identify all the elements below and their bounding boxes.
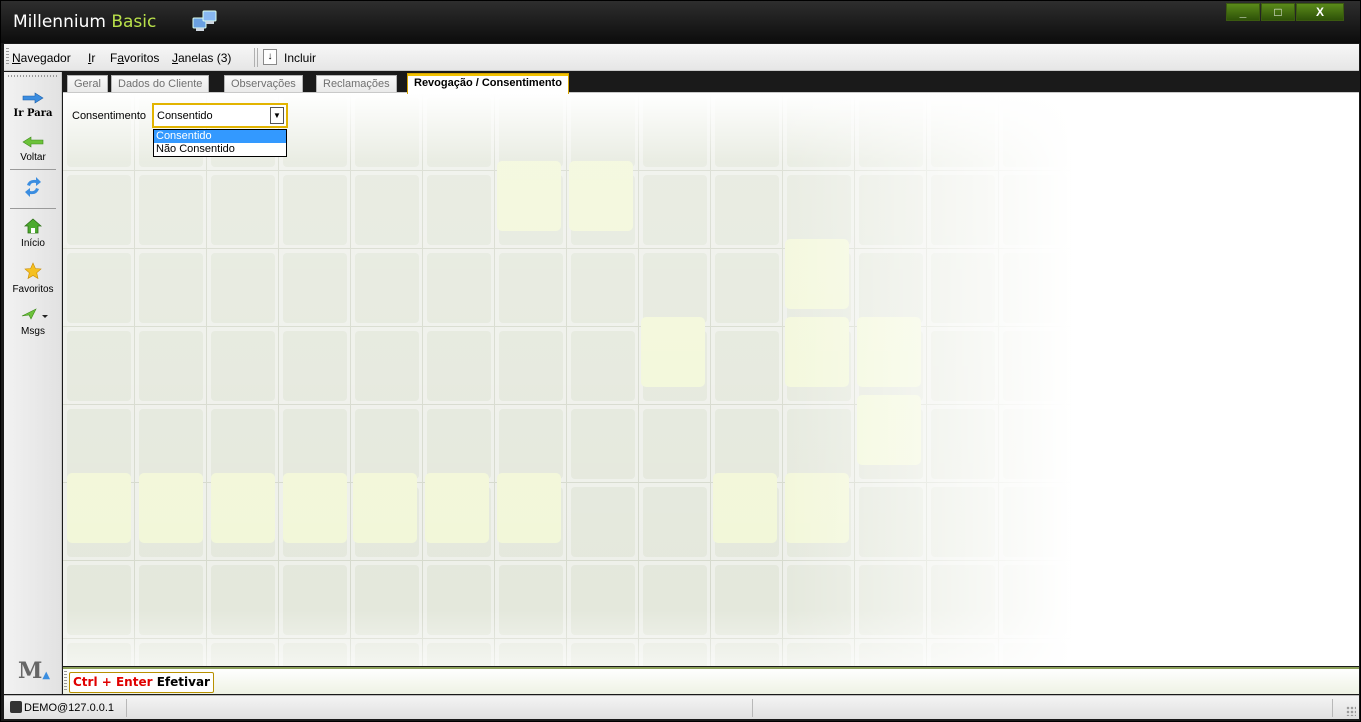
menubar-grip[interactable] bbox=[6, 48, 9, 66]
user-icon bbox=[10, 701, 22, 713]
resize-grip[interactable] bbox=[1346, 706, 1356, 716]
inicio-button[interactable]: Início bbox=[4, 218, 62, 249]
arrow-right-icon bbox=[22, 92, 44, 104]
menu-ir[interactable]: Ir bbox=[88, 51, 95, 65]
status-bar: DEMO@127.0.0.1 bbox=[4, 695, 1359, 719]
menu-favoritos[interactable]: Favoritos bbox=[110, 51, 159, 65]
actionbar-grip bbox=[64, 671, 67, 691]
sidebar-separator bbox=[10, 169, 56, 170]
close-button[interactable]: X bbox=[1296, 3, 1344, 21]
favoritos-label: Favoritos bbox=[12, 284, 54, 295]
favoritos-button[interactable]: Favoritos bbox=[4, 262, 62, 295]
msgs-button[interactable]: Msgs bbox=[4, 306, 62, 337]
dropdown-arrow-icon[interactable]: ▼ bbox=[270, 107, 284, 124]
menu-separator bbox=[254, 48, 255, 67]
star-icon bbox=[24, 262, 42, 280]
efetivar-shortcut: Ctrl + Enter bbox=[73, 675, 153, 689]
refresh-button[interactable] bbox=[4, 176, 62, 201]
arrow-left-icon bbox=[22, 136, 44, 148]
title-bar[interactable]: Millennium Basic _ □ X bbox=[1, 1, 1360, 43]
consentimento-select-value: Consentido bbox=[157, 110, 213, 122]
consentimento-label: Consentimento bbox=[72, 110, 146, 122]
msgs-label: Msgs bbox=[21, 326, 45, 337]
option-nao-consentido[interactable]: Não Consentido bbox=[154, 143, 286, 156]
consentimento-dropdown-list: Consentido Não Consentido bbox=[153, 129, 287, 157]
home-icon bbox=[23, 218, 43, 234]
option-consentido[interactable]: Consentido bbox=[154, 130, 286, 143]
millennium-logo: M▲ bbox=[18, 658, 51, 684]
send-message-icon bbox=[21, 308, 48, 320]
status-user: DEMO@127.0.0.1 bbox=[10, 701, 114, 714]
inicio-label: Início bbox=[21, 238, 45, 249]
network-computers-icon bbox=[192, 10, 217, 31]
sidebar-separator bbox=[10, 208, 56, 209]
ir-para-label: Ir Para bbox=[13, 108, 53, 119]
efetivar-label: Efetivar bbox=[156, 675, 210, 689]
menu-bar: Navegador Ir Favoritos Janelas (3) ↓ Inc… bbox=[4, 44, 1359, 71]
app-window: Millennium Basic _ □ X Navegador Ir Favo… bbox=[0, 0, 1361, 722]
status-divider bbox=[126, 699, 127, 717]
tab-revogacao-consentimento[interactable]: Revogação / Consentimento bbox=[407, 73, 569, 94]
consentimento-select[interactable]: Consentido ▼ bbox=[152, 103, 288, 128]
menu-separator bbox=[257, 48, 258, 67]
sidebar-grip bbox=[8, 75, 58, 77]
app-title: Millennium Basic bbox=[13, 12, 156, 32]
refresh-icon bbox=[25, 177, 41, 197]
window-controls: _ □ X bbox=[1225, 3, 1344, 21]
action-bar: Ctrl + Enter Efetivar bbox=[63, 667, 1359, 694]
menu-janelas[interactable]: Janelas (3) bbox=[172, 51, 231, 65]
menu-navegador[interactable]: Navegador bbox=[12, 51, 71, 65]
tab-content-panel: Consentimento Consentido ▼ Consentido Nã… bbox=[63, 92, 1359, 666]
status-user-text: DEMO@127.0.0.1 bbox=[24, 702, 115, 714]
voltar-button[interactable]: Voltar bbox=[4, 136, 62, 163]
minimize-button[interactable]: _ bbox=[1226, 3, 1260, 21]
app-title-main: Millennium bbox=[13, 12, 106, 32]
status-divider bbox=[752, 699, 753, 717]
menu-incluir[interactable]: Incluir bbox=[284, 51, 316, 65]
app-title-accent: Basic bbox=[111, 12, 157, 32]
voltar-label: Voltar bbox=[20, 152, 46, 163]
ir-para-button[interactable]: Ir Para bbox=[4, 92, 62, 119]
navigation-sidebar: Ir Para Voltar Início Favoritos Msgs M▲ bbox=[4, 72, 62, 694]
background-grid-pattern bbox=[63, 93, 1359, 666]
maximize-button[interactable]: □ bbox=[1261, 3, 1295, 21]
status-divider bbox=[1332, 699, 1333, 717]
efetivar-button[interactable]: Ctrl + Enter Efetivar bbox=[69, 672, 214, 693]
incluir-arrow-button[interactable]: ↓ bbox=[263, 49, 277, 65]
